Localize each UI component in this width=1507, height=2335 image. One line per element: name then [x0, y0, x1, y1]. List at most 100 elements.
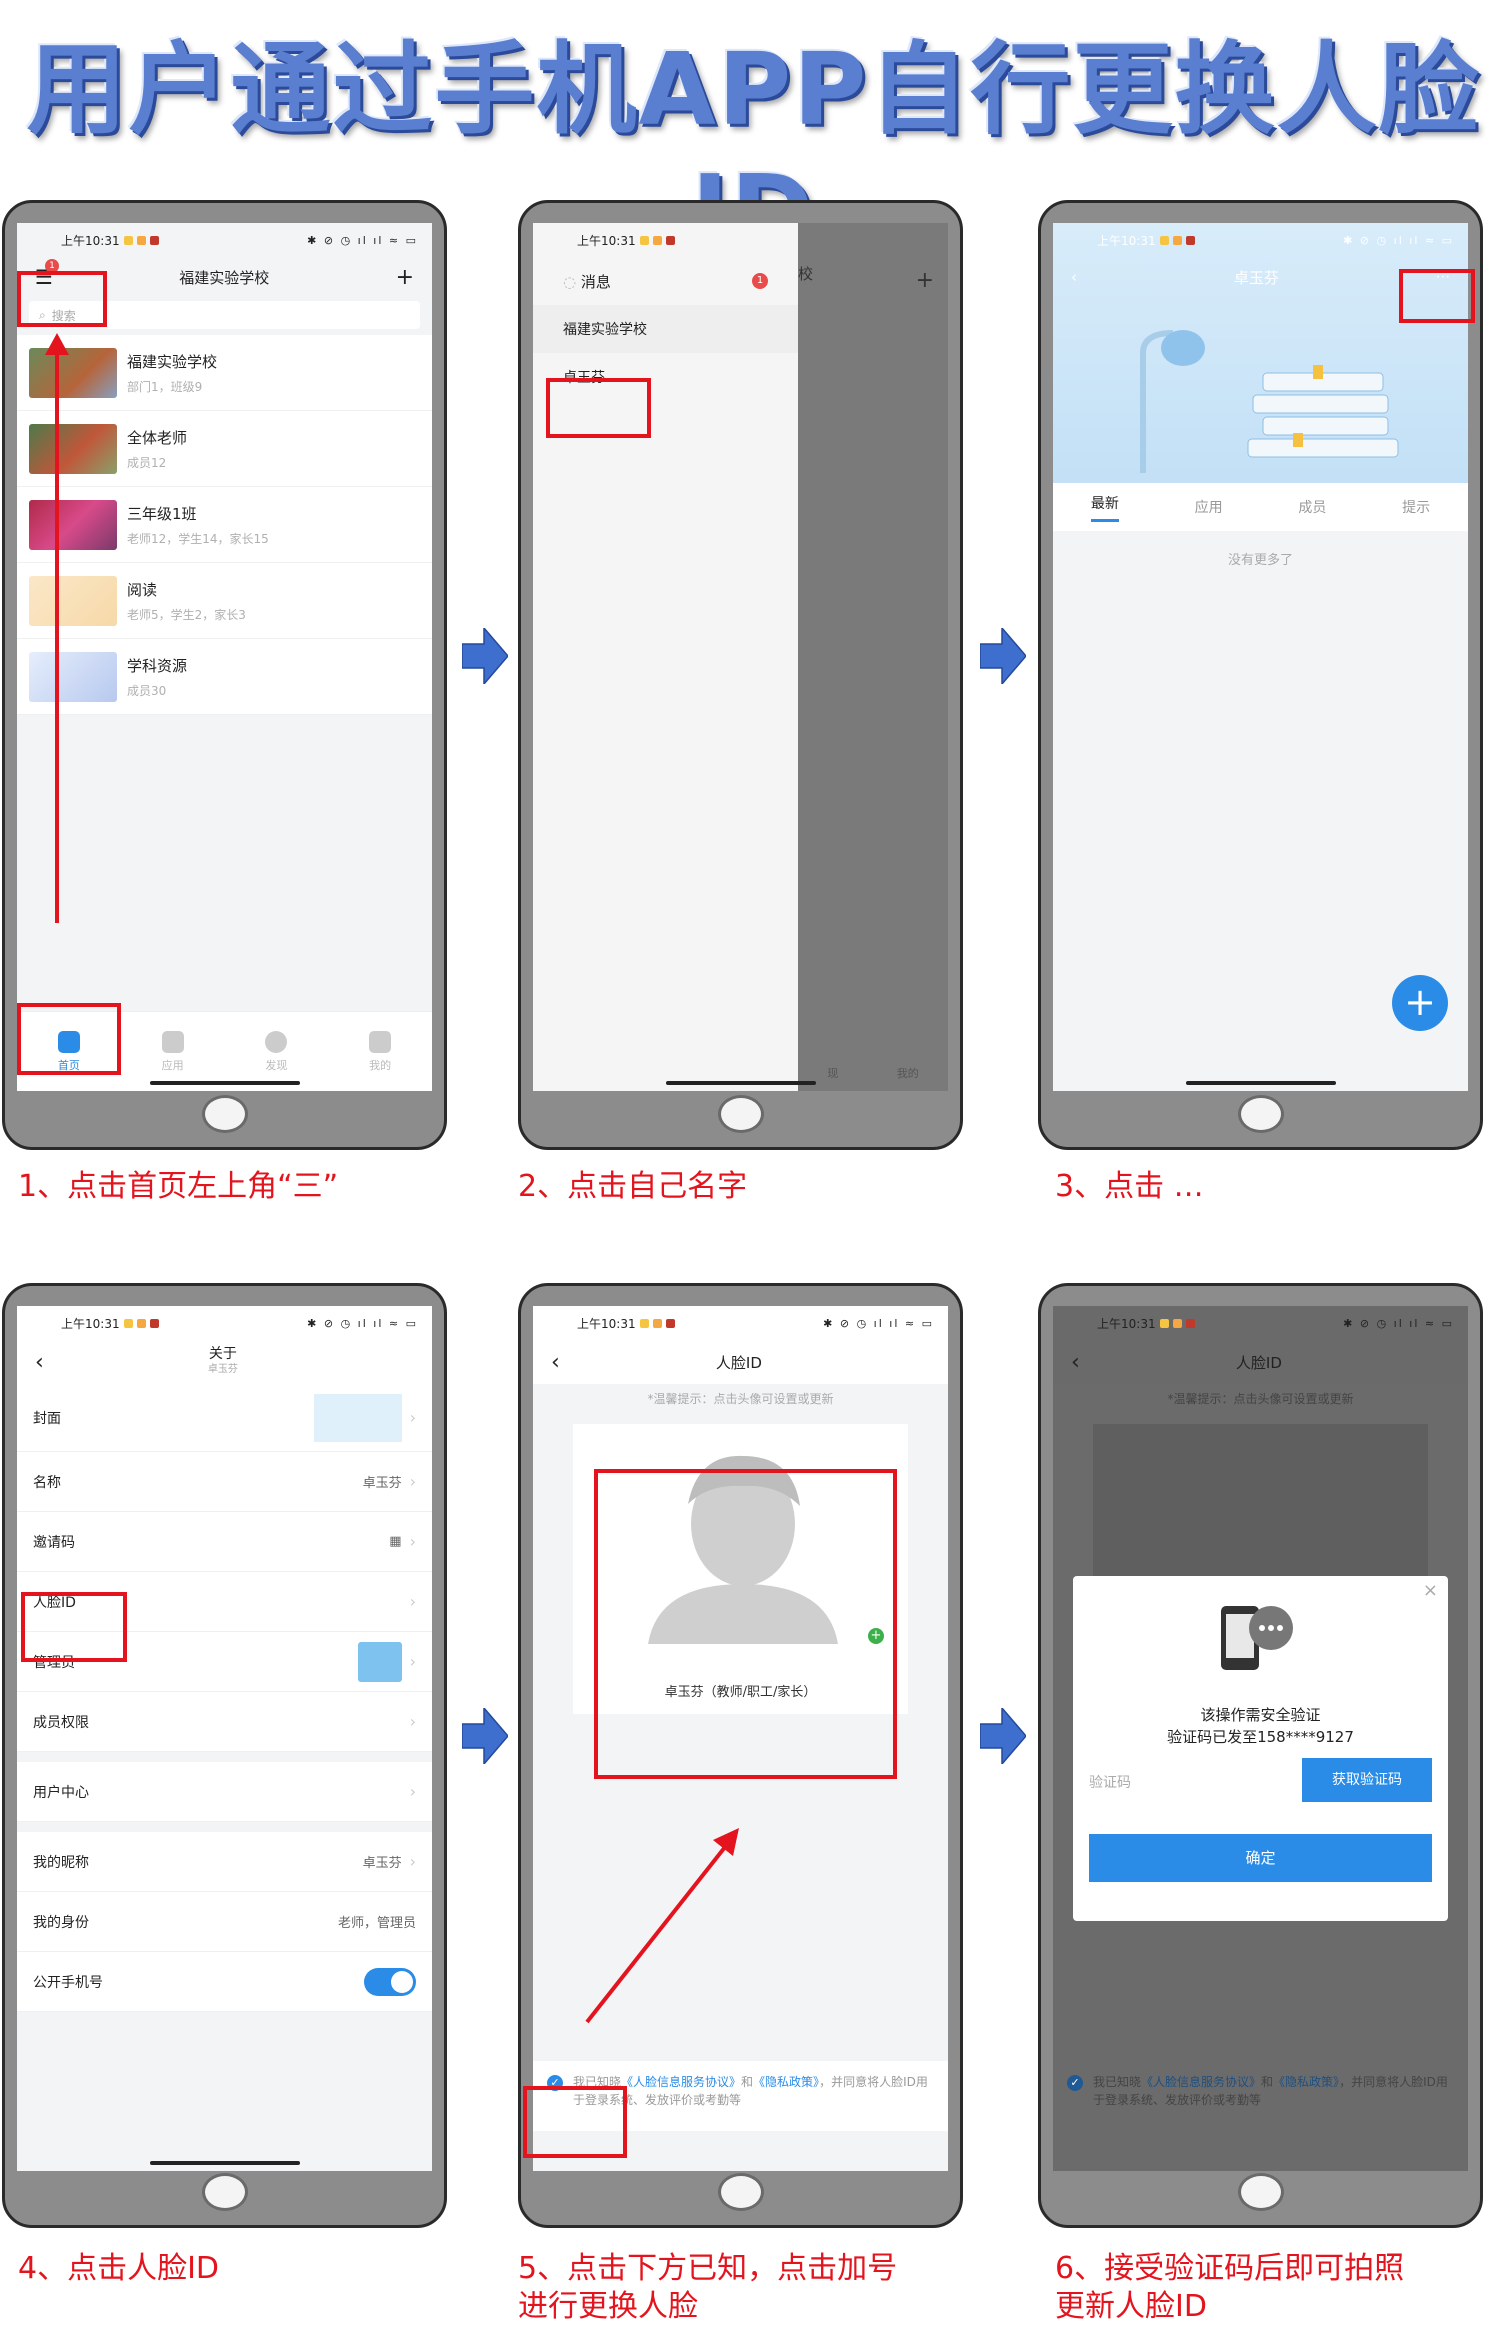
home-button[interactable]	[717, 2173, 764, 2211]
apps-icon	[161, 1030, 184, 1053]
nav-title: 人脸ID	[1235, 1353, 1282, 1372]
close-icon[interactable]: ×	[1423, 1580, 1438, 1601]
tab-apps[interactable]: 应用	[1195, 497, 1223, 517]
get-code-button[interactable]: 获取验证码	[1302, 1758, 1432, 1802]
status-bar: 上午10:31 ✱ ⊘ ◷ ıl ıl ≈ ▭	[1097, 233, 1454, 248]
red-pointer-arrow	[585, 1828, 739, 2024]
highlight-home-tab	[17, 1003, 121, 1075]
dimmed-background[interactable]: + 校 现我的	[798, 223, 948, 1091]
status-icons: ✱ ⊘ ◷ ıl ıl ≈ ▭	[307, 233, 418, 247]
screen-step3: 上午10:31 ✱ ⊘ ◷ ıl ıl ≈ ▭ ‹ 卓玉芬 ··· 最新 应用 成…	[1053, 223, 1468, 1091]
drawer-messages[interactable]: ◌ 消息 1	[533, 257, 798, 305]
back-icon[interactable]: ‹	[35, 1350, 44, 1375]
cover-thumbnail	[313, 1393, 402, 1442]
status-bar: 上午10:31 ✱ ⊘ ◷ ıl ıl ≈ ▭	[17, 223, 432, 257]
chevron-right-icon: ›	[409, 1852, 416, 1871]
caption-step4: 4、点击人脸ID	[18, 2251, 220, 2286]
caption-step6: 6、接受验证码后即可拍照 更新人脸ID	[1055, 2251, 1405, 2324]
verify-title: 该操作需安全验证	[1200, 1706, 1321, 1724]
hint-text: *温馨提示：点击头像可设置或更新	[1167, 1392, 1354, 1406]
chevron-right-icon: ›	[409, 1712, 416, 1731]
add-icon[interactable]: +	[396, 265, 414, 290]
face-service-agreement-link[interactable]: 《人脸信息服务协议》	[621, 2075, 741, 2089]
home-button[interactable]	[201, 2173, 248, 2211]
consent-agreement[interactable]: ✓ 我已知晓《人脸信息服务协议》和《隐私政策》，并同意将人脸ID用于登录系统、发…	[1053, 2061, 1468, 2131]
tab-members[interactable]: 成员	[1298, 497, 1326, 517]
caption-step5: 5、点击下方已知，点击加号 进行更换人脸	[518, 2251, 898, 2324]
highlight-menu	[17, 271, 107, 327]
navbar: ‹ 人脸ID	[533, 1340, 948, 1384]
add-fab-button[interactable]: +	[1392, 975, 1448, 1031]
compass-icon	[265, 1030, 288, 1053]
next-arrow-4	[980, 1708, 1026, 1764]
phone-step5: 上午10:31 ✱ ⊘ ◷ ıl ıl ≈ ▭ ‹ 人脸ID *温馨提示：点击头像…	[518, 1283, 963, 2228]
screen-step1: 上午10:31 ✱ ⊘ ◷ ıl ıl ≈ ▭ ☰ 1 福建实验学校 + ⌕ 搜索 …	[17, 223, 432, 1091]
status-bar: 上午10:31 ✱ ⊘ ◷ ıl ıl ≈ ▭	[61, 1316, 418, 1331]
list-item[interactable]: 三年级1班 老师12，学生14，家长15	[17, 487, 432, 563]
highlight-consent	[523, 2086, 627, 2158]
drawer-school[interactable]: 福建实验学校	[533, 305, 798, 353]
list-item[interactable]: 学科资源 成员30	[17, 639, 432, 715]
screen-step4: 上午10:31 ✱ ⊘ ◷ ıl ıl ≈ ▭ ‹ 关于 卓玉芬 封面 › 名称 卓玉芬…	[17, 1306, 432, 2171]
phone-step1: 上午10:31 ✱ ⊘ ◷ ıl ıl ≈ ▭ ☰ 1 福建实验学校 + ⌕ 搜索 …	[2, 200, 447, 1150]
chevron-right-icon: ›	[409, 1592, 416, 1611]
next-arrow-3	[462, 1708, 508, 1764]
back-icon[interactable]: ‹	[1071, 1350, 1080, 1375]
verify-sent-text: 验证码已发至158****9127	[1167, 1728, 1354, 1746]
row-cover[interactable]: 封面 ›	[17, 1384, 432, 1452]
chevron-right-icon: ›	[409, 1782, 416, 1801]
side-drawer: 上午10:31 ◌ 消息 1 福建实验学校 卓玉芬	[533, 223, 798, 1091]
home-button[interactable]	[717, 1095, 764, 1133]
chevron-right-icon: ›	[409, 1408, 416, 1427]
red-pointer-arrow	[45, 333, 69, 923]
highlight-name	[546, 378, 651, 438]
profile-tabs: 最新 应用 成员 提示	[1053, 483, 1468, 531]
check-icon[interactable]: ✓	[1067, 2075, 1083, 2091]
phone-step4: 上午10:31 ✱ ⊘ ◷ ıl ıl ≈ ▭ ‹ 关于 卓玉芬 封面 › 名称 卓玉芬…	[2, 1283, 447, 2228]
public-phone-toggle[interactable]	[364, 1967, 416, 1996]
status-bar: 上午10:31 ✱ ⊘ ◷ ıl ıl ≈ ▭	[577, 1316, 934, 1331]
tab-apps[interactable]: 应用	[161, 1030, 184, 1073]
message-badge: 1	[752, 273, 768, 289]
home-indicator	[665, 1081, 816, 1085]
privacy-policy-link[interactable]: 《隐私政策》	[753, 2075, 819, 2089]
caption-step2: 2、点击自己名字	[518, 1169, 748, 1204]
chevron-right-icon: ›	[409, 1532, 416, 1551]
confirm-button[interactable]: 确定	[1089, 1834, 1432, 1882]
face-service-agreement-link[interactable]: 《人脸信息服务协议》	[1141, 2075, 1261, 2089]
privacy-policy-link[interactable]: 《隐私政策》	[1273, 2075, 1339, 2089]
back-icon[interactable]: ‹	[551, 1350, 560, 1375]
status-bar: 上午10:31	[533, 223, 798, 257]
home-button[interactable]	[1237, 2173, 1284, 2211]
caption-step1: 1、点击首页左上角“三”	[18, 1169, 339, 1204]
nav-title: 卓玉芬	[1233, 268, 1279, 287]
row-member-permission[interactable]: 成员权限 ›	[17, 1692, 432, 1752]
home-indicator	[149, 2161, 300, 2165]
next-arrow-2	[980, 628, 1026, 684]
tab-mine[interactable]: 我的	[369, 1030, 392, 1073]
next-arrow-1	[462, 628, 508, 684]
highlight-more	[1399, 269, 1475, 323]
chevron-right-icon: ›	[409, 1472, 416, 1491]
home-button[interactable]	[1237, 1095, 1284, 1133]
navbar: ‹ 人脸ID	[1053, 1340, 1468, 1384]
row-invite-code[interactable]: 邀请码 ▦ ›	[17, 1512, 432, 1572]
row-nickname[interactable]: 我的昵称 卓玉芬 ›	[17, 1832, 432, 1892]
list-item[interactable]: 阅读 老师5，学生2，家长3	[17, 563, 432, 639]
row-name[interactable]: 名称 卓玉芬 ›	[17, 1452, 432, 1512]
tab-discover[interactable]: 发现	[265, 1030, 288, 1073]
home-button[interactable]	[201, 1095, 248, 1133]
code-input[interactable]: 验证码	[1089, 1772, 1131, 1792]
row-public-phone: 公开手机号	[17, 1952, 432, 2012]
list-item[interactable]: 福建实验学校 部门1，班级9	[17, 335, 432, 411]
tab-tips[interactable]: 提示	[1402, 497, 1430, 517]
row-user-center[interactable]: 用户中心 ›	[17, 1762, 432, 1822]
home-indicator	[149, 1081, 300, 1085]
cover-banner: 上午10:31 ✱ ⊘ ◷ ıl ıl ≈ ▭ ‹ 卓玉芬 ···	[1053, 223, 1468, 483]
hint-text: *温馨提示：点击头像可设置或更新	[647, 1392, 834, 1406]
list-item[interactable]: 全体老师 成员12	[17, 411, 432, 487]
highlight-face-card	[594, 1469, 897, 1779]
phone-chat-icon	[1221, 1606, 1293, 1670]
nav-title: 人脸ID	[715, 1353, 762, 1372]
tab-latest[interactable]: 最新	[1090, 493, 1119, 522]
